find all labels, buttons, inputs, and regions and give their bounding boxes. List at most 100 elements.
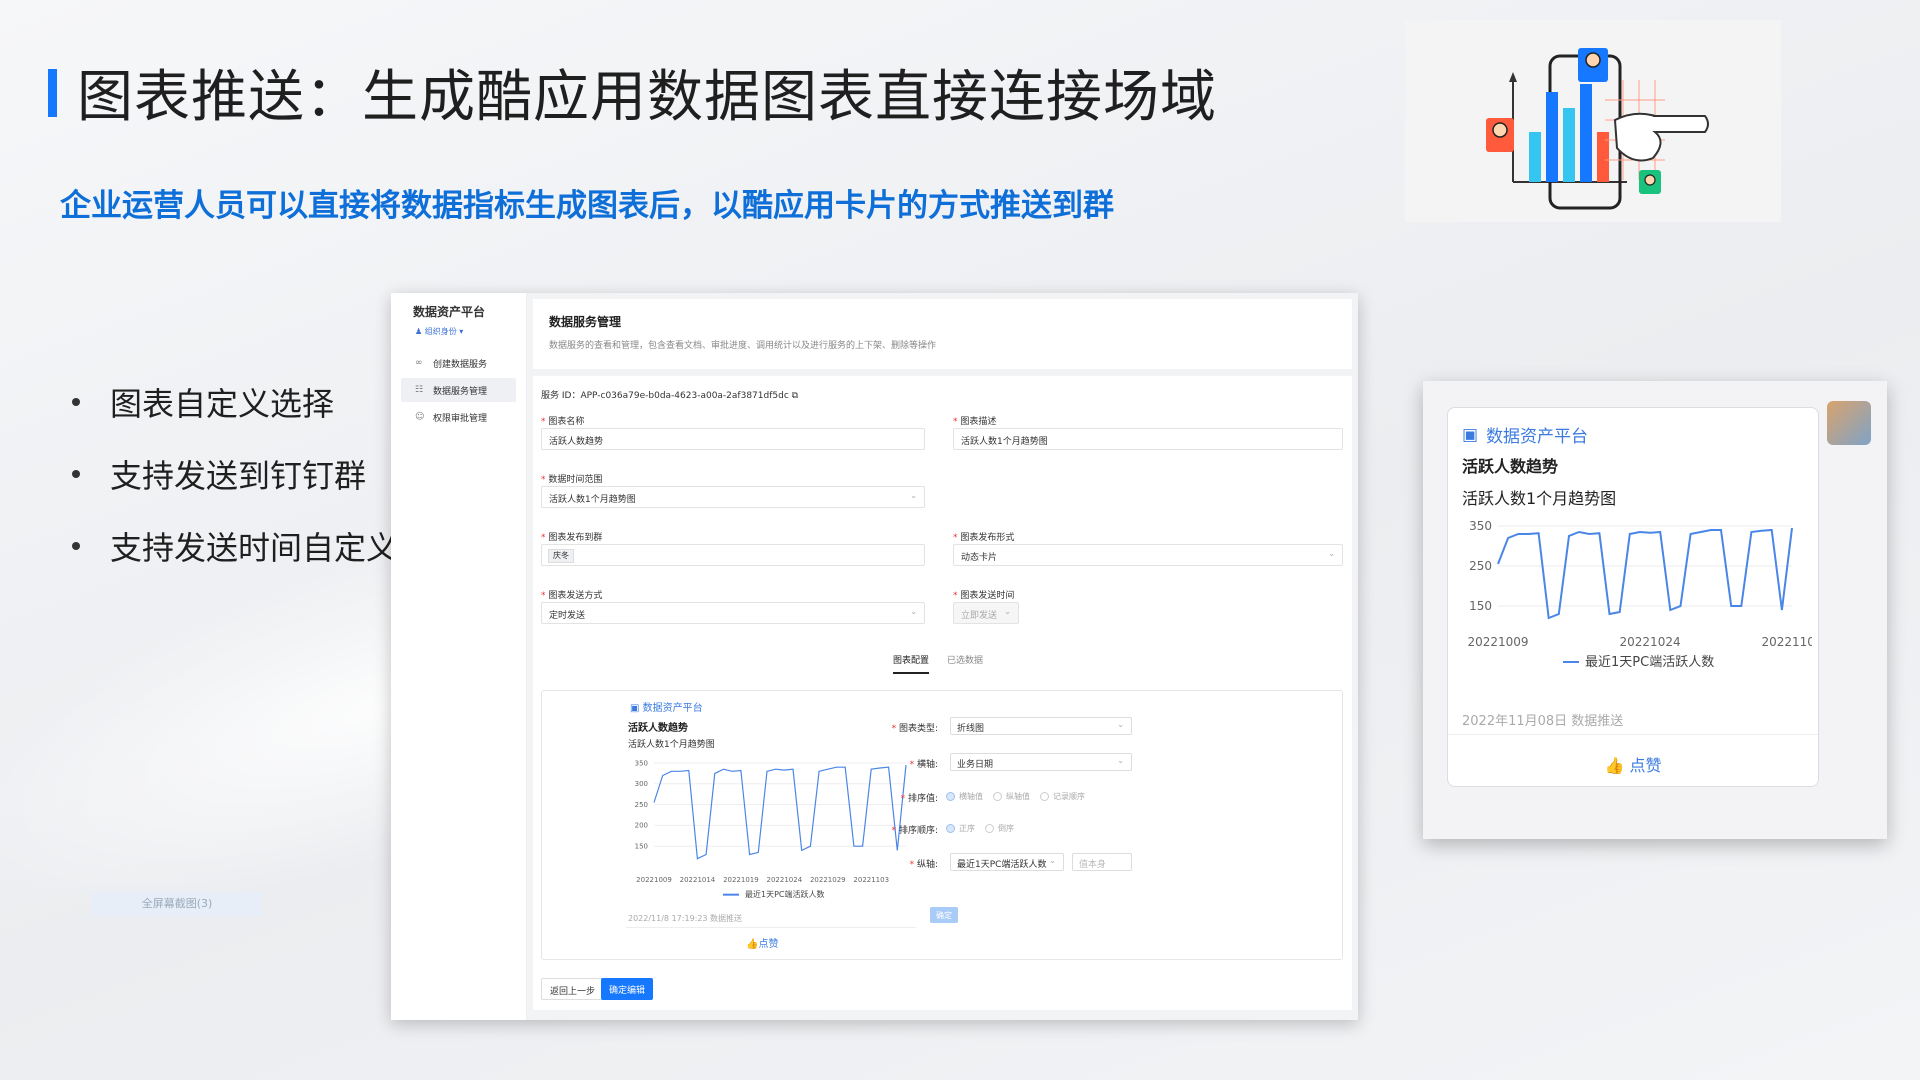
role-selector[interactable]: ♟ 组织身份 ▾ [415, 326, 516, 337]
divider [1448, 734, 1818, 735]
x-axis-select[interactable]: 业务日期 ⌄ [950, 753, 1132, 771]
publish-group-label: * 图表发布到群 [541, 533, 603, 543]
publish-form-select[interactable]: 动态卡片 ⌄ [953, 544, 1343, 566]
mini-card-title: 活跃人数趋势 [628, 723, 688, 734]
sort-value-radios: 横轴值 纵轴值 记录顺序 [936, 791, 1085, 802]
radio-label: 纵轴值 [1006, 792, 1030, 801]
feature-list: 图表自定义选择 支持发送到钉钉群 支持发送时间自定义 [72, 366, 398, 582]
radio-button[interactable] [946, 792, 955, 801]
card-line-chart: 150 250 350 20221009 20221024 20221107 最近1天PC端… [1467, 519, 1812, 670]
dingtalk-chat-preview: ▣ 数据资产平台 活跃人数趋势 活跃人数1个月趋势图 150 250 350 20221… [1423, 381, 1887, 839]
mini-like-button[interactable]: 👍点赞 [746, 935, 778, 950]
x-tick-label: 20221019 [723, 876, 759, 884]
y-aggregation-input[interactable]: 值本身 [1072, 853, 1132, 871]
like-button[interactable]: 👍 点赞 [1448, 752, 1818, 776]
series-line [653, 765, 907, 860]
x-tick-label: 20221009 [636, 876, 672, 884]
feature-text: 支持发送时间自定义 [110, 529, 399, 567]
x-tick-label: 20221014 [680, 876, 716, 884]
label-text: 图表名称 [548, 417, 585, 427]
platform-text: 数据资产平台 [642, 703, 703, 714]
y-axis-select[interactable]: 最近1天PC端活跃人数 ⌄ [950, 853, 1064, 871]
label-text: 排序顺序: [898, 826, 938, 836]
y-tick-label: 350 [1469, 519, 1492, 533]
label-text: 图表发送方式 [548, 591, 603, 601]
like-label: 点赞 [1629, 756, 1662, 775]
divider [626, 927, 916, 928]
send-time-select[interactable]: 立即发送 ⌄ [953, 602, 1019, 624]
label-text: 图表发送时间 [960, 591, 1015, 601]
sidebar-item-create-service[interactable]: ∞ 创建数据服务 [401, 351, 516, 375]
label-text: 排序值: [907, 794, 938, 804]
chart-type-label: * 图表类型: [891, 724, 938, 734]
data-asset-console: 数据资产平台 ♟ 组织身份 ▾ ∞ 创建数据服务 ☷ 数据服务管理 ☺ 权限审批管理 … [391, 293, 1358, 1020]
sort-order-radios: 正序 倒序 [936, 823, 1014, 834]
apply-config-button[interactable]: 确定 [930, 907, 958, 923]
y-tick-label: 150 [635, 843, 648, 851]
chart-desc-label: * 图表描述 [953, 417, 997, 427]
sidebar-item-label: 创建数据服务 [433, 359, 488, 370]
label-text: 图表发布到群 [548, 533, 603, 543]
legend-label: 最近1天PC端活跃人数 [745, 889, 825, 899]
mini-line-chart: 150 200 250 300 350 20221009 20221014 20221019 2… [635, 759, 907, 899]
sidebar-item-service-management[interactable]: ☷ 数据服务管理 [401, 378, 516, 402]
back-button[interactable]: 返回上一步 [541, 978, 605, 1000]
chevron-down-icon: ⌄ [1117, 720, 1124, 729]
mini-card-subtitle: 活跃人数1个月趋势图 [628, 740, 715, 750]
sidebar-item-label: 权限审批管理 [433, 413, 488, 424]
service-id: 服务 ID：APP-c036a79e-b0da-4623-a00a-2af387… [541, 388, 798, 401]
chart-push-illustration [1405, 20, 1781, 222]
radio-button[interactable] [993, 792, 1002, 801]
time-range-select[interactable]: 活跃人数1个月趋势图 ⌄ [541, 486, 925, 508]
select-value: 动态卡片 [961, 553, 998, 563]
select-value: 定时发送 [549, 611, 586, 621]
select-value: 立即发送 [961, 611, 998, 621]
radio-button[interactable] [1040, 792, 1049, 801]
link-icon: ∞ [415, 358, 423, 368]
x-tick-label: 20221009 [1467, 635, 1528, 649]
avatar[interactable] [1827, 401, 1871, 445]
x-tick-label: 20221029 [810, 876, 846, 884]
sort-value-label: * 排序值: [900, 794, 938, 804]
legend-label: 最近1天PC端活跃人数 [1585, 655, 1714, 670]
time-range-label: * 数据时间范围 [541, 475, 603, 485]
card-subtitle: 活跃人数1个月趋势图 [1462, 489, 1617, 508]
send-mode-select[interactable]: 定时发送 ⌄ [541, 602, 925, 624]
monitor-icon: ▣ [630, 703, 643, 714]
group-tag[interactable]: 庆冬 [548, 549, 574, 563]
label-text: 图表类型: [898, 724, 938, 734]
chart-type-select[interactable]: 折线图 ⌄ [950, 717, 1132, 735]
title-accent-bar [48, 68, 57, 117]
y-tick-label: 250 [1469, 559, 1492, 573]
feature-item: 支持发送时间自定义 [72, 510, 398, 582]
platform-text: 数据资产平台 [1486, 427, 1589, 447]
publish-group-input[interactable]: 庆冬 [541, 544, 925, 566]
sidebar-item-permission-approval[interactable]: ☺ 权限审批管理 [401, 405, 516, 429]
tab-chart-config[interactable]: 图表配置 [893, 653, 930, 674]
mini-card-footer: 2022/11/8 17:19:23 数据推送 [628, 914, 743, 923]
page-title: 数据服务管理 [549, 315, 622, 329]
user-icon: ☺ [415, 412, 425, 422]
tab-selected-data[interactable]: 已选数据 [947, 653, 983, 674]
sort-order-label: * 排序顺序: [891, 826, 938, 836]
config-tabs: 图表配置 已选数据 [893, 653, 1001, 674]
x-axis-label: * 横轴: [909, 760, 938, 770]
chart-config-panel: ▣ 数据资产平台 活跃人数趋势 活跃人数1个月趋势图 150 200 250 300 3… [541, 690, 1343, 960]
chart-name-input[interactable]: 活跃人数趋势 [541, 428, 925, 450]
radio-button[interactable] [985, 824, 994, 833]
chart-name-label: * 图表名称 [541, 417, 585, 427]
copy-icon[interactable]: ⧉ [792, 391, 798, 401]
x-tick-label: 20221024 [767, 876, 803, 884]
series-line [1497, 527, 1793, 620]
radio-button[interactable] [946, 824, 955, 833]
y-axis-label: * 纵轴: [909, 860, 938, 870]
database-icon: ☷ [415, 385, 424, 395]
y-tick-label: 300 [635, 780, 648, 788]
y-tick-label: 250 [635, 801, 648, 809]
like-label: 点赞 [758, 939, 779, 950]
thumbs-up-icon: 👍 [746, 939, 759, 950]
select-value: 最近1天PC端活跃人数 [957, 860, 1047, 870]
x-tick-label: 20221107 [1761, 635, 1812, 649]
confirm-edit-button[interactable]: 确定编辑 [601, 978, 654, 1000]
chart-desc-input[interactable]: 活跃人数1个月趋势图 [953, 428, 1343, 450]
